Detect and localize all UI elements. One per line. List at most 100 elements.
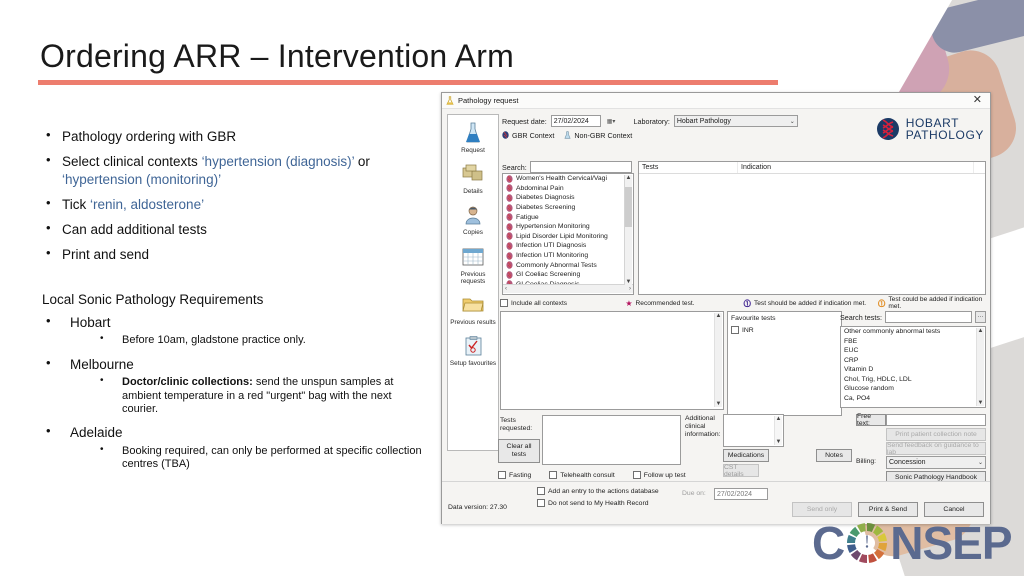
search-tests-input[interactable] bbox=[884, 311, 972, 323]
context-list-item[interactable]: Commonly Abnormal Tests bbox=[503, 260, 633, 270]
clear-all-tests-button[interactable]: Clear all tests bbox=[498, 439, 540, 463]
context-list-item[interactable]: GI Coeliac Screening bbox=[503, 270, 633, 280]
gbr-dna-icon bbox=[506, 194, 513, 202]
cst-details-button[interactable]: CST details bbox=[723, 464, 759, 478]
follow-up-test-checkbox[interactable]: Follow up test bbox=[632, 471, 686, 479]
aci-vertical-scrollbar[interactable]: ▲ ▼ bbox=[774, 416, 782, 445]
search-test-result-item[interactable]: CRP bbox=[841, 356, 985, 366]
context-list-item[interactable]: Abdominal Pain bbox=[503, 184, 633, 194]
hobart-pathology-logo: HOBART PATHOLOGY bbox=[876, 117, 984, 141]
send-feedback-button[interactable]: Send feedback on guidance to lab bbox=[886, 442, 986, 456]
context-label: Women's Health Cervical/Vagi bbox=[516, 175, 607, 183]
billing-select[interactable]: Concession ⌄ bbox=[886, 456, 986, 469]
gbr-dna-icon bbox=[506, 174, 513, 183]
column-header-indication[interactable]: Indication bbox=[738, 162, 974, 173]
scroll-down-icon[interactable]: ▼ bbox=[775, 439, 782, 445]
add-entry-actions-database-checkbox[interactable]: Add an entry to the actions database bbox=[537, 487, 659, 495]
sidebar-item-copies[interactable]: Copies bbox=[449, 202, 497, 236]
search-tests-label: Search tests: bbox=[840, 312, 882, 322]
list-item: Print and send bbox=[40, 245, 430, 263]
laboratory-select[interactable]: Hobart Pathology ⌄ bbox=[673, 115, 798, 127]
search-tests-results-list[interactable]: Other commonly abnormal tests FBE EUC CRP Vi… bbox=[840, 326, 986, 408]
context-list-item[interactable]: Diabetes Screening bbox=[503, 203, 633, 213]
tests-requested-textarea[interactable] bbox=[542, 415, 681, 465]
search-test-result-item[interactable]: Other commonly abnormal tests bbox=[841, 327, 985, 337]
scroll-left-icon[interactable]: ‹ bbox=[505, 286, 507, 292]
contexts-horizontal-scrollbar[interactable]: ‹ › bbox=[503, 284, 633, 293]
due-on-input[interactable]: 27/02/2024 bbox=[714, 488, 768, 500]
dna-helix-icon bbox=[876, 118, 899, 141]
non-gbr-context-toggle[interactable]: Non-GBR Context bbox=[564, 131, 632, 140]
medications-button[interactable]: Medications bbox=[723, 449, 769, 462]
search-label: Search: bbox=[502, 162, 527, 172]
footer-checkboxes: Add an entry to the actions database Do … bbox=[537, 487, 659, 511]
request-date-label: Request date: bbox=[502, 116, 547, 126]
context-list-item[interactable]: Infection UTI Monitoring bbox=[503, 251, 633, 261]
sidebar-item-setup-favourites[interactable]: Setup favourites bbox=[449, 333, 497, 367]
panel-vertical-scrollbar[interactable]: ▲ ▼ bbox=[714, 313, 722, 407]
deco-shape-blue-grey bbox=[926, 0, 1024, 58]
gbr-dna-icon bbox=[506, 242, 513, 250]
dialog-sidebar: Request Details Copies Previous requests… bbox=[447, 114, 499, 451]
context-label: Infection UTI Diagnosis bbox=[516, 242, 587, 250]
scroll-down-icon[interactable]: ▼ bbox=[977, 400, 984, 406]
calendar-dropdown-icon[interactable]: ▦▾ bbox=[607, 118, 616, 125]
print-patient-collection-note-button[interactable]: Print patient collection note bbox=[886, 428, 986, 441]
dialog-body: Request Details Copies Previous requests… bbox=[442, 109, 990, 524]
search-test-result-item[interactable]: EUC bbox=[841, 346, 985, 356]
scroll-up-icon[interactable]: ▲ bbox=[625, 175, 632, 181]
context-label: Diabetes Screening bbox=[516, 204, 576, 212]
search-test-result-item[interactable]: FBE bbox=[841, 337, 985, 347]
fasting-checkbox[interactable]: Fasting bbox=[498, 471, 531, 479]
send-only-button[interactable]: Send only bbox=[792, 502, 852, 517]
close-icon[interactable]: ✕ bbox=[969, 95, 986, 106]
context-search-input[interactable] bbox=[529, 161, 632, 173]
print-send-button[interactable]: Print & Send bbox=[858, 502, 918, 517]
clinical-contexts-list[interactable]: Women's Health Cervical/Vagi Abdominal Pa… bbox=[502, 173, 634, 295]
sidebar-item-previous-results[interactable]: Previous results bbox=[449, 292, 497, 326]
list-item: Booking required, can only be performed … bbox=[92, 444, 430, 472]
scroll-down-icon[interactable]: ▼ bbox=[625, 279, 632, 285]
context-list-item[interactable]: Diabetes Diagnosis bbox=[503, 193, 633, 203]
request-date-input[interactable]: 27/02/2024 bbox=[550, 115, 601, 127]
search-test-result-item[interactable]: Vitamin D bbox=[841, 365, 985, 375]
scrollbar-thumb[interactable] bbox=[625, 187, 632, 227]
search-test-result-item[interactable]: Chol, Trig, HDLC, LDL bbox=[841, 375, 985, 385]
telehealth-consult-checkbox[interactable]: Telehealth consult bbox=[549, 471, 615, 479]
scroll-down-icon[interactable]: ▼ bbox=[715, 401, 722, 407]
search-tests-browse-button[interactable]: … bbox=[975, 311, 986, 323]
context-list-item[interactable]: Women's Health Cervical/Vagi bbox=[503, 174, 633, 184]
scroll-up-icon[interactable]: ▲ bbox=[977, 328, 984, 334]
checkbox-box bbox=[498, 471, 506, 479]
gbr-context-toggle[interactable]: GBR Context bbox=[502, 131, 554, 140]
sidebar-item-request[interactable]: Request bbox=[449, 120, 497, 154]
gbr-dna-icon bbox=[506, 261, 513, 269]
cancel-button[interactable]: Cancel bbox=[924, 502, 984, 517]
laboratory-value: Hobart Pathology bbox=[676, 117, 731, 125]
results-vertical-scrollbar[interactable]: ▲ ▼ bbox=[976, 328, 984, 406]
sidebar-item-previous-requests[interactable]: Previous requests bbox=[449, 244, 497, 285]
sidebar-item-details[interactable]: Details bbox=[449, 161, 497, 195]
do-not-send-my-health-record-checkbox[interactable]: Do not send to My Health Record bbox=[537, 499, 659, 507]
search-test-result-item[interactable]: Ca, PO4 bbox=[841, 394, 985, 404]
billing-label: Billing: bbox=[856, 458, 877, 465]
context-list-item[interactable]: Fatigue bbox=[503, 212, 633, 222]
contexts-scroll-area: Women's Health Cervical/Vagi Abdominal Pa… bbox=[503, 174, 633, 284]
selected-tests-panel[interactable]: ▲ ▼ bbox=[500, 311, 724, 410]
search-test-result-item[interactable]: Glucose random bbox=[841, 384, 985, 394]
favourite-test-inr-checkbox[interactable]: INR bbox=[731, 326, 838, 334]
include-all-contexts-checkbox[interactable]: Include all contexts bbox=[500, 299, 625, 307]
gbr-dna-icon bbox=[506, 222, 513, 231]
free-text-input[interactable] bbox=[886, 414, 986, 426]
context-list-item[interactable]: Infection UTI Diagnosis bbox=[503, 241, 633, 251]
gbr-dna-icon bbox=[502, 131, 509, 139]
column-header-tests[interactable]: Tests bbox=[639, 162, 738, 173]
context-list-item[interactable]: Hypertension Monitoring bbox=[503, 222, 633, 232]
contexts-vertical-scrollbar[interactable]: ▲ ▼ bbox=[624, 175, 632, 285]
notes-button[interactable]: Notes bbox=[816, 449, 852, 462]
context-list-item[interactable]: Lipid Disorder Lipid Monitoring bbox=[503, 232, 633, 242]
scroll-right-icon[interactable]: › bbox=[629, 286, 631, 292]
scroll-up-icon[interactable]: ▲ bbox=[715, 313, 722, 319]
scroll-up-icon[interactable]: ▲ bbox=[775, 416, 782, 422]
additional-clinical-information-textarea[interactable]: ▲ ▼ bbox=[723, 414, 784, 447]
